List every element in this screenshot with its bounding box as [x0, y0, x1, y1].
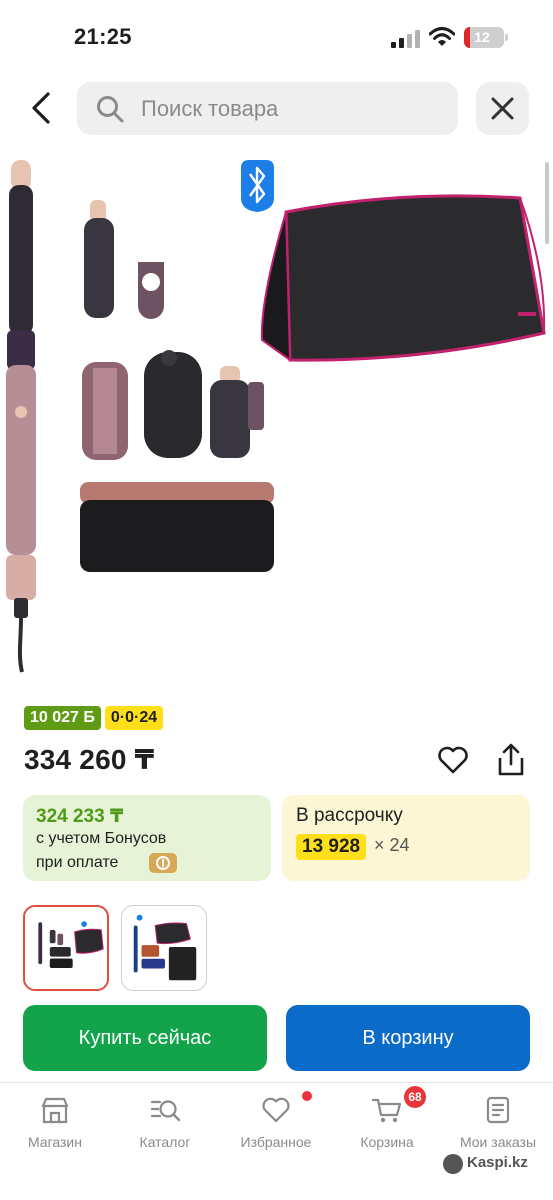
payment-caption: при оплате	[36, 854, 119, 871]
buy-now-button[interactable]: Купить сейчас	[23, 1005, 267, 1071]
wifi-icon	[429, 27, 455, 46]
nav-item-favorites[interactable]: Избранное	[221, 1090, 331, 1160]
hair-styler-wand	[6, 160, 36, 673]
battery-icon: 12	[464, 27, 508, 48]
battery-level: 12	[474, 29, 490, 45]
orders-icon	[486, 1096, 510, 1124]
installment-title: В рассрочку	[296, 805, 403, 826]
travel-pouch	[260, 194, 546, 362]
favorites-indicator-dot	[302, 1091, 312, 1101]
store-icon	[41, 1097, 69, 1124]
search-input[interactable]	[141, 82, 441, 135]
installment-badge: 0·0·24	[104, 706, 164, 730]
bonus-price-card[interactable]: 324 233 ₸ с учетом Бонусов при оплате	[23, 795, 271, 881]
bonus-badge: 10 027 Б	[24, 706, 101, 730]
status-bar: 21:25 12	[0, 0, 553, 60]
nav-item-store[interactable]: Магазин	[0, 1090, 110, 1160]
search-bar[interactable]	[77, 82, 458, 135]
monthly-payment: 13 928	[296, 834, 367, 860]
nav-label-catalog: Каталог	[139, 1134, 191, 1150]
search-icon	[97, 96, 124, 123]
kaspi-logo-icon	[443, 1154, 463, 1174]
heart-icon	[262, 1097, 290, 1123]
product-thumbnail-2[interactable]	[121, 905, 207, 991]
installment-card[interactable]: В рассрочку 13 928 × 24	[282, 795, 530, 881]
product-image[interactable]	[0, 150, 553, 680]
nav-item-catalog[interactable]: Каталог	[110, 1090, 220, 1160]
chevron-left-icon[interactable]	[24, 88, 60, 128]
kaspi-gold-icon	[149, 853, 177, 873]
catalog-search-icon	[150, 1100, 181, 1122]
heart-icon[interactable]	[436, 743, 470, 777]
product-price: 334 260 ₸	[24, 744, 155, 775]
nav-label-cart: Корзина	[360, 1134, 414, 1150]
nav-label-favorites: Избранное	[240, 1134, 312, 1150]
product-thumbnail-1[interactable]	[23, 905, 109, 991]
share-icon[interactable]	[494, 742, 528, 778]
kaspi-watermark: Kaspi.kz	[443, 1153, 543, 1175]
nav-item-cart[interactable]: Корзина	[332, 1090, 442, 1160]
watermark-text: Kaspi.kz	[467, 1154, 528, 1171]
nav-label-orders: Мои заказы	[459, 1134, 537, 1150]
add-to-cart-button[interactable]: В корзину	[286, 1005, 530, 1071]
bonus-caption: с учетом Бонусов	[36, 830, 167, 847]
installment-months: × 24	[374, 835, 410, 855]
cellular-signal-icon	[391, 28, 421, 48]
storage-box	[80, 482, 274, 572]
nav-label-store: Магазин	[27, 1134, 82, 1150]
bonus-price: 324 233 ₸	[36, 806, 124, 827]
cart-count-badge: 68	[404, 1086, 426, 1108]
cart-icon	[371, 1098, 402, 1123]
badge-row: 10 027 Б 0·0·24	[24, 706, 164, 730]
status-time: 21:25	[74, 24, 132, 49]
bluetooth-icon	[241, 160, 274, 212]
styler-attachments	[82, 200, 264, 460]
bottom-nav-divider	[0, 1082, 553, 1083]
close-icon[interactable]	[476, 82, 529, 135]
nav-item-orders[interactable]: Мои заказы	[443, 1090, 553, 1160]
